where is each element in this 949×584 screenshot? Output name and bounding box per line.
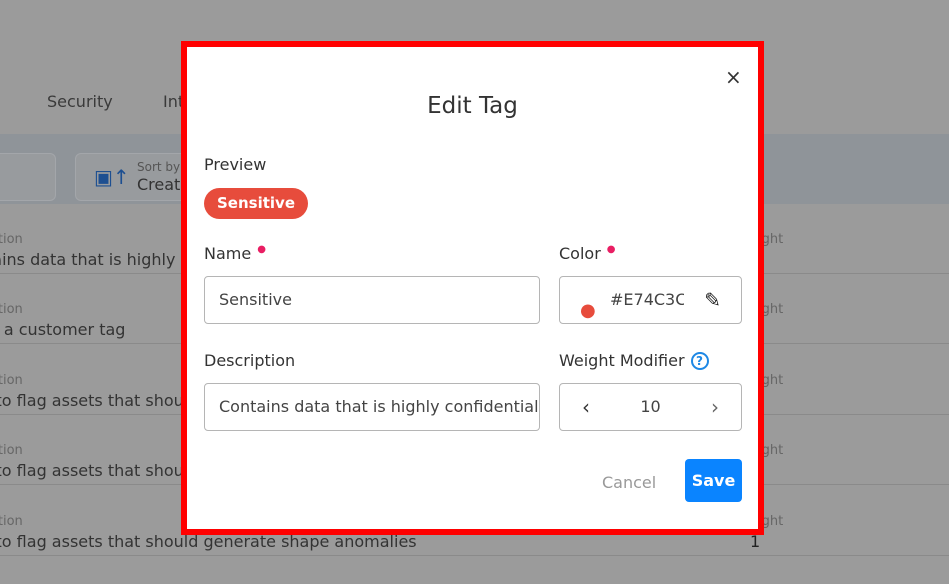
chevron-right-icon[interactable]: › (711, 384, 719, 430)
preview-label: Preview (204, 155, 267, 174)
desc-value: l to flag assets that shou (0, 391, 184, 410)
dialog-title: Edit Tag (427, 93, 518, 119)
desc-label: iption (0, 232, 23, 247)
cancel-button[interactable]: Cancel (592, 465, 666, 500)
weight-modifier-label: Weight Modifier? (559, 351, 709, 370)
calendar-sort-icon: ▣↑ (94, 165, 130, 189)
desc-label: iption (0, 443, 23, 458)
required-indicator: ● (257, 244, 266, 255)
tab-security[interactable]: Security (47, 92, 113, 111)
color-input[interactable]: ● #E74C3C ✎ (559, 276, 742, 324)
sort-label: Sort by (137, 160, 181, 174)
help-icon[interactable]: ? (690, 352, 709, 370)
color-drop-icon: ● (580, 300, 596, 321)
name-input[interactable]: Sensitive (204, 276, 540, 324)
description-input[interactable]: Contains data that is highly confidentia… (204, 383, 540, 431)
edit-tag-dialog: × Edit Tag Preview Sensitive Name ● Sensi… (181, 41, 764, 535)
search-input[interactable] (0, 153, 56, 201)
name-label: Name ● (204, 244, 266, 263)
desc-label: iption (0, 302, 23, 317)
required-indicator: ● (606, 244, 616, 255)
weight-stepper[interactable]: 10 ‹ › (559, 383, 742, 431)
desc-label: iption (0, 514, 23, 529)
chevron-left-icon[interactable]: ‹ (582, 384, 590, 430)
color-label: Color ● (559, 244, 616, 263)
save-button[interactable]: Save (685, 459, 742, 502)
sort-value: Creat (137, 175, 181, 194)
description-label: Description (204, 351, 296, 370)
desc-value: is a customer tag (0, 320, 126, 339)
close-icon[interactable]: × (725, 65, 742, 89)
color-hex-value[interactable]: #E74C3C (610, 277, 684, 323)
tag-preview: Sensitive (204, 188, 308, 219)
desc-value: tains data that is highly c (0, 250, 190, 269)
desc-label: iption (0, 373, 23, 388)
eyedropper-icon[interactable]: ✎ (704, 277, 721, 323)
sort-dropdown[interactable]: ▣↑ Sort by Creat (75, 153, 195, 201)
desc-value: l to flag assets that shou (0, 461, 184, 480)
